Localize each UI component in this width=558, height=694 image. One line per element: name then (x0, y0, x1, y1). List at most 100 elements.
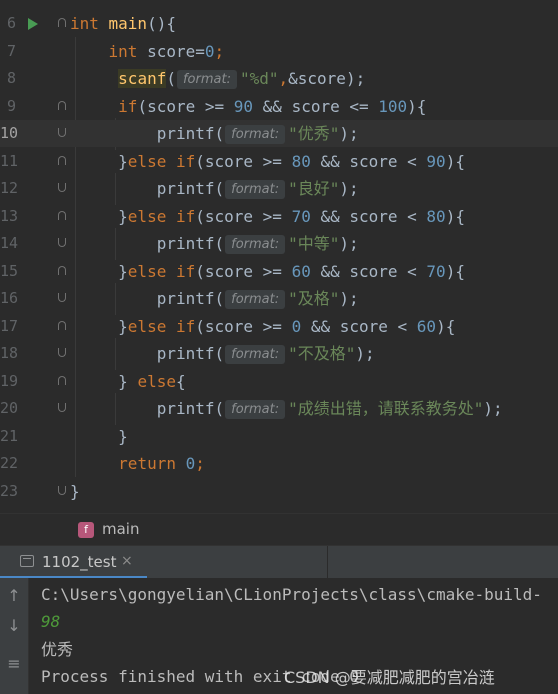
code-token: && score < (301, 316, 417, 336)
code-text: int score=0; (70, 38, 225, 65)
run-icon[interactable] (28, 18, 38, 30)
code-line[interactable]: 20 printf(format: "成绩出错，请联系教务处"); (0, 395, 558, 422)
fold-marker-icon[interactable] (58, 485, 66, 495)
line-number: 12 (0, 179, 19, 197)
code-token: ){ (445, 261, 465, 281)
watermark: CSDN @要减肥减肥的宫冶涟 (284, 668, 495, 687)
code-token: (score >= (137, 96, 234, 116)
code-line[interactable]: 12 printf(format: "良好"); (0, 175, 558, 202)
code-line[interactable]: 23} (0, 478, 558, 505)
fold-marker-icon[interactable] (58, 183, 66, 192)
code-token: ( (166, 69, 176, 88)
code-token: 100 (378, 96, 408, 116)
code-line[interactable]: 8 scanf(format: "%d",&score); (0, 65, 558, 92)
close-icon[interactable]: × (121, 553, 133, 569)
arrow-down-icon[interactable]: ↓ (2, 616, 26, 635)
fold-marker-icon[interactable] (58, 128, 66, 137)
code-text: } (70, 423, 128, 450)
code-line[interactable]: 7 int score=0; (0, 38, 558, 65)
code-editor[interactable]: 6 int main(){7 int score=0; 8 scanf(format… (0, 0, 558, 513)
line-number: 18 (0, 344, 19, 362)
code-token: else (137, 371, 176, 391)
code-line[interactable]: 6 int main(){ (0, 10, 558, 37)
code-token: ; (214, 41, 225, 61)
fold-marker-icon[interactable] (58, 265, 66, 275)
arrow-up-icon[interactable]: ↑ (2, 586, 26, 605)
code-token: } (70, 481, 80, 501)
line-number: 14 (0, 234, 19, 252)
line-number: 16 (0, 289, 19, 307)
parameter-hint: format: (225, 290, 286, 309)
code-text: int main(){ (70, 10, 176, 37)
code-token: && score < (310, 206, 427, 226)
code-token: printf( (70, 399, 225, 418)
code-line[interactable]: 19 } else{ (0, 368, 558, 395)
fold-marker-icon[interactable] (58, 403, 66, 412)
function-badge-icon: f (78, 522, 94, 538)
code-token: ){ (445, 206, 465, 226)
code-token: printf( (70, 344, 225, 363)
fold-marker-icon[interactable] (58, 155, 66, 165)
code-token: "优秀" (288, 124, 340, 143)
code-token: "成绩出错，请联系教务处" (288, 399, 484, 418)
code-text: printf(format: "成绩出错，请联系教务处"); (70, 395, 503, 422)
code-line[interactable]: 13 }else if(score >= 70 && score < 80){ (0, 203, 558, 230)
code-line[interactable]: 14 printf(format: "中等"); (0, 230, 558, 257)
soft-wrap-icon[interactable]: ≡ (2, 654, 26, 673)
breadcrumb-function[interactable]: main (102, 520, 139, 538)
code-token: score= (147, 41, 205, 61)
code-line[interactable]: 22 return 0; (0, 450, 558, 477)
console-line-output: 优秀 (41, 640, 74, 659)
fold-marker-icon[interactable] (58, 348, 66, 357)
run-tab[interactable]: 1102_test × (0, 546, 147, 579)
code-token: ); (483, 399, 503, 418)
parameter-hint: format: (176, 70, 237, 89)
code-token: else if (127, 316, 196, 336)
code-token: ){ (445, 151, 465, 171)
code-line[interactable]: 18 printf(format: "不及格"); (0, 340, 558, 367)
code-token: } (70, 151, 128, 171)
fold-marker-icon[interactable] (58, 320, 66, 330)
code-token: printf( (70, 234, 225, 253)
code-token: && score < (310, 151, 427, 171)
code-text: scanf(format: "%d",&score); (70, 65, 365, 92)
code-token: 80 (291, 151, 311, 171)
code-line[interactable]: 15 }else if(score >= 60 && score < 70){ (0, 258, 558, 285)
code-token: } (70, 206, 128, 226)
fold-marker-icon[interactable] (58, 238, 66, 247)
code-text: } (70, 478, 80, 505)
fold-marker-icon[interactable] (58, 375, 66, 385)
code-line[interactable]: 17 }else if(score >= 0 && score < 60){ (0, 313, 558, 340)
code-token: && score <= (253, 96, 379, 116)
code-text: printf(format: "不及格"); (70, 340, 375, 367)
parameter-hint: format: (225, 400, 286, 419)
code-token: ; (195, 454, 205, 473)
code-token: &score); (288, 69, 366, 88)
fold-marker-icon[interactable] (58, 18, 66, 27)
code-token: 0 (291, 316, 302, 336)
code-token: ); (355, 344, 375, 363)
line-number: 19 (0, 371, 19, 390)
fold-marker-icon[interactable] (58, 210, 66, 220)
code-line[interactable]: 11 }else if(score >= 80 && score < 90){ (0, 148, 558, 175)
code-token: else if (127, 261, 196, 281)
run-tab-label: 1102_test (42, 553, 117, 571)
code-line[interactable]: 9 if(score >= 90 && score <= 100){ (0, 93, 558, 120)
fold-marker-icon[interactable] (58, 100, 66, 110)
line-number: 15 (0, 261, 19, 280)
code-line[interactable]: 21 } (0, 423, 558, 450)
code-line[interactable]: 10 printf(format: "优秀"); (0, 120, 558, 147)
code-token: "不及格" (288, 344, 356, 363)
code-token: ); (339, 234, 359, 253)
code-line[interactable]: 16 printf(format: "及格"); (0, 285, 558, 312)
code-token: printf( (70, 179, 225, 198)
line-number: 20 (0, 399, 19, 417)
fold-marker-icon[interactable] (58, 293, 66, 302)
code-token: scanf (118, 69, 167, 88)
line-number: 21 (0, 426, 19, 445)
code-token: 60 (291, 261, 311, 281)
console-line-input: 98 (41, 612, 61, 631)
